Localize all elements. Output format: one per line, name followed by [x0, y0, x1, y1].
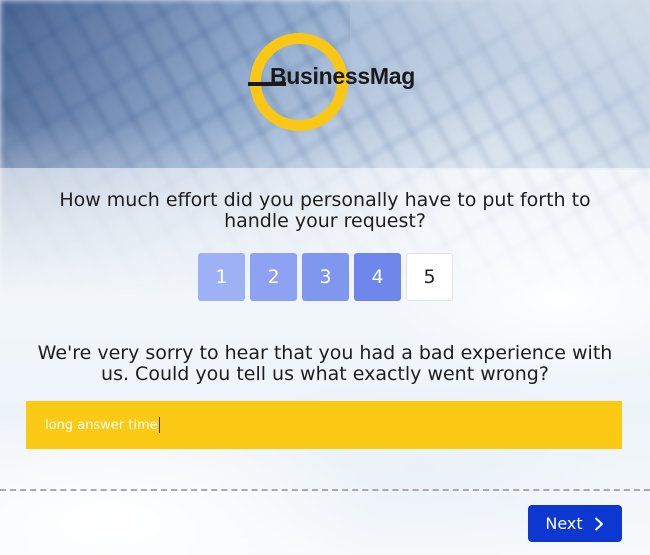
rating-option-1[interactable]: 1 — [198, 253, 245, 301]
brand-logo: BusinessMag — [246, 33, 415, 133]
chevron-right-icon — [594, 517, 603, 530]
rating-option-5[interactable]: 5 — [406, 253, 453, 301]
effort-rating-scale: 1 2 3 4 5 — [198, 253, 453, 301]
survey-question: How much effort did you personally have … — [59, 189, 591, 232]
rating-option-3[interactable]: 3 — [302, 253, 349, 301]
text-cursor — [158, 417, 160, 433]
section-divider — [0, 489, 650, 491]
logo-text: BusinessMag — [270, 63, 415, 89]
next-button-label: Next — [545, 514, 583, 533]
followup-question: We're very sorry to hear that you had a … — [37, 342, 613, 385]
answer-input-value: long answer time — [45, 417, 158, 433]
rating-option-4[interactable]: 4 — [354, 253, 401, 301]
rating-option-2[interactable]: 2 — [250, 253, 297, 301]
next-button[interactable]: Next — [528, 505, 622, 542]
answer-input[interactable]: long answer time — [26, 401, 622, 449]
